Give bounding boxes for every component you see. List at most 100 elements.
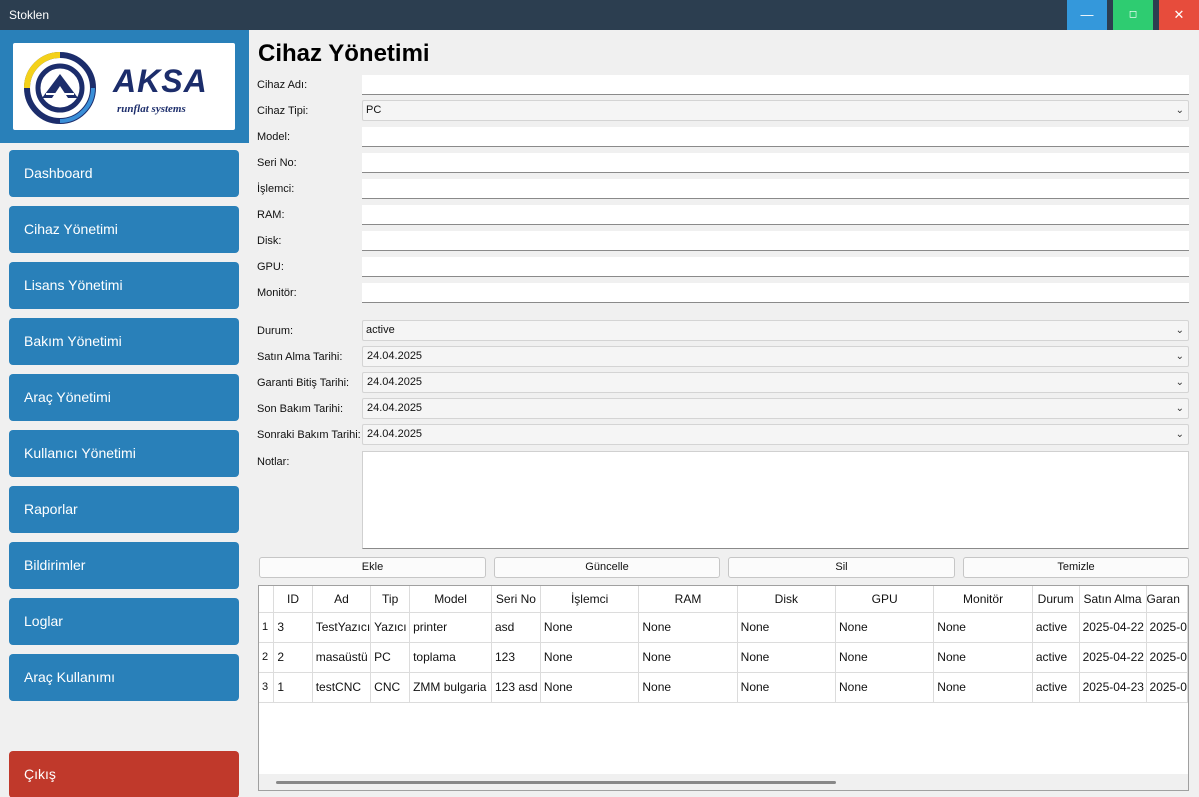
- column-header[interactable]: GPU: [835, 586, 935, 613]
- table-cell[interactable]: None: [638, 612, 738, 643]
- table-cell[interactable]: CNC: [370, 672, 411, 703]
- table-cell[interactable]: active: [1032, 672, 1080, 703]
- column-header[interactable]: ID: [273, 586, 313, 613]
- table-cell[interactable]: active: [1032, 642, 1080, 673]
- table-cell[interactable]: None: [835, 672, 935, 703]
- ram-input[interactable]: [362, 205, 1189, 225]
- scrollbar-thumb[interactable]: [276, 781, 836, 784]
- table-cell[interactable]: active: [1032, 612, 1080, 643]
- table-cell[interactable]: None: [540, 642, 640, 673]
- devices-table[interactable]: ID Ad Tip Model Seri No İşlemci RAM Disk…: [258, 585, 1189, 791]
- minimize-button[interactable]: —: [1067, 0, 1107, 30]
- sidebar-item-loglar[interactable]: Loglar: [9, 598, 239, 645]
- disk-input[interactable]: [362, 231, 1189, 251]
- table-cell[interactable]: masaüstü: [312, 642, 372, 673]
- table-cell[interactable]: None: [540, 612, 640, 643]
- sidebar-item-lisans-yonetimi[interactable]: Lisans Yönetimi: [9, 262, 239, 309]
- table-cell[interactable]: testCNC: [312, 672, 372, 703]
- purchase-date-value: 24.04.2025: [367, 350, 423, 362]
- table-cell[interactable]: 1: [273, 672, 313, 703]
- table-row[interactable]: 3 1 testCNC CNC ZMM bulgaria 123 asd None None N…: [259, 672, 1188, 703]
- table-cell[interactable]: 2025-04-22: [1079, 642, 1147, 673]
- table-cell[interactable]: None: [835, 612, 935, 643]
- device-name-input[interactable]: [362, 75, 1189, 95]
- chevron-down-icon: ⌄: [1175, 403, 1184, 414]
- sidebar-item-kullanici-yonetimi[interactable]: Kullanıcı Yönetimi: [9, 430, 239, 477]
- table-cell[interactable]: 2025-04-23: [1079, 672, 1147, 703]
- table-cell[interactable]: 2025-0: [1146, 642, 1188, 673]
- horizontal-scrollbar[interactable]: [259, 774, 1188, 790]
- notes-textarea[interactable]: [362, 451, 1189, 549]
- column-header[interactable]: Seri No: [491, 586, 541, 613]
- monitor-input[interactable]: [362, 283, 1189, 303]
- maximize-button[interactable]: ◻: [1113, 0, 1153, 30]
- table-cell[interactable]: 123 asd: [491, 672, 541, 703]
- purchase-date-picker[interactable]: 24.04.2025 ⌄: [362, 346, 1189, 367]
- table-cell[interactable]: None: [638, 642, 738, 673]
- table-cell[interactable]: None: [638, 672, 738, 703]
- column-header[interactable]: Tip: [370, 586, 411, 613]
- table-cell[interactable]: None: [737, 642, 836, 673]
- title-bar: Stoklen — ◻ ✕: [0, 0, 1199, 30]
- sidebar-item-dashboard[interactable]: Dashboard: [9, 150, 239, 197]
- model-input[interactable]: [362, 127, 1189, 147]
- close-button[interactable]: ✕: [1159, 0, 1199, 30]
- exit-button[interactable]: Çıkış: [9, 751, 239, 797]
- table-cell[interactable]: None: [933, 672, 1033, 703]
- sidebar-item-bakim-yonetimi[interactable]: Bakım Yönetimi: [9, 318, 239, 365]
- sidebar-item-arac-kullanimi[interactable]: Araç Kullanımı: [9, 654, 239, 701]
- table-cell[interactable]: TestYazıcı: [312, 612, 372, 643]
- column-header[interactable]: Monitör: [933, 586, 1033, 613]
- serial-input[interactable]: [362, 153, 1189, 173]
- column-header[interactable]: Model: [409, 586, 492, 613]
- table-cell[interactable]: 2025-04-22: [1079, 612, 1147, 643]
- last-maintenance-picker[interactable]: 24.04.2025 ⌄: [362, 398, 1189, 419]
- row-number[interactable]: 1: [259, 612, 275, 643]
- table-cell[interactable]: None: [933, 642, 1033, 673]
- table-cell[interactable]: None: [835, 642, 935, 673]
- table-cell[interactable]: None: [737, 612, 836, 643]
- row-number[interactable]: 2: [259, 642, 275, 673]
- gpu-input[interactable]: [362, 257, 1189, 277]
- delete-button[interactable]: Sil: [728, 557, 955, 578]
- column-header[interactable]: Satın Alma: [1079, 586, 1147, 613]
- warranty-date-picker[interactable]: 24.04.2025 ⌄: [362, 372, 1189, 393]
- sidebar-item-raporlar[interactable]: Raporlar: [9, 486, 239, 533]
- table-cell[interactable]: asd: [491, 612, 541, 643]
- column-header[interactable]: Durum: [1032, 586, 1080, 613]
- row-number[interactable]: 3: [259, 672, 275, 703]
- sidebar-item-arac-yonetimi[interactable]: Araç Yönetimi: [9, 374, 239, 421]
- model-label: Model:: [257, 131, 291, 143]
- sidebar-item-cihaz-yonetimi[interactable]: Cihaz Yönetimi: [9, 206, 239, 253]
- update-button[interactable]: Güncelle: [494, 557, 720, 578]
- chevron-down-icon: ⌄: [1175, 325, 1184, 336]
- column-header[interactable]: Disk: [737, 586, 836, 613]
- table-cell[interactable]: 3: [273, 612, 313, 643]
- clear-button[interactable]: Temizle: [963, 557, 1189, 578]
- table-cell[interactable]: None: [540, 672, 640, 703]
- table-row[interactable]: 2 2 masaüstü PC toplama 123 None None None None No…: [259, 642, 1188, 673]
- table-cell[interactable]: ZMM bulgaria: [409, 672, 492, 703]
- column-header[interactable]: RAM: [638, 586, 738, 613]
- next-maintenance-picker[interactable]: 24.04.2025 ⌄: [362, 424, 1189, 445]
- table-cell[interactable]: 2025-0: [1146, 612, 1188, 643]
- table-cell[interactable]: None: [933, 612, 1033, 643]
- table-cell[interactable]: 2025-0: [1146, 672, 1188, 703]
- column-header[interactable]: Ad: [312, 586, 372, 613]
- device-type-select[interactable]: PC ⌄: [362, 100, 1189, 121]
- table-cell[interactable]: Yazıcı: [370, 612, 411, 643]
- table-cell[interactable]: 2: [273, 642, 313, 673]
- column-header[interactable]: İşlemci: [540, 586, 640, 613]
- table-cell[interactable]: printer: [409, 612, 492, 643]
- table-cell[interactable]: 123: [491, 642, 541, 673]
- sidebar-item-bildirimler[interactable]: Bildirimler: [9, 542, 239, 589]
- status-select[interactable]: active ⌄: [362, 320, 1189, 341]
- add-button[interactable]: Ekle: [259, 557, 486, 578]
- column-header[interactable]: Garan: [1146, 586, 1188, 613]
- cpu-label: İşlemci:: [257, 183, 295, 195]
- table-cell[interactable]: toplama: [409, 642, 492, 673]
- table-cell[interactable]: PC: [370, 642, 411, 673]
- table-row[interactable]: 1 3 TestYazıcı Yazıcı printer asd None None None…: [259, 612, 1188, 643]
- cpu-input[interactable]: [362, 179, 1189, 199]
- table-cell[interactable]: None: [737, 672, 836, 703]
